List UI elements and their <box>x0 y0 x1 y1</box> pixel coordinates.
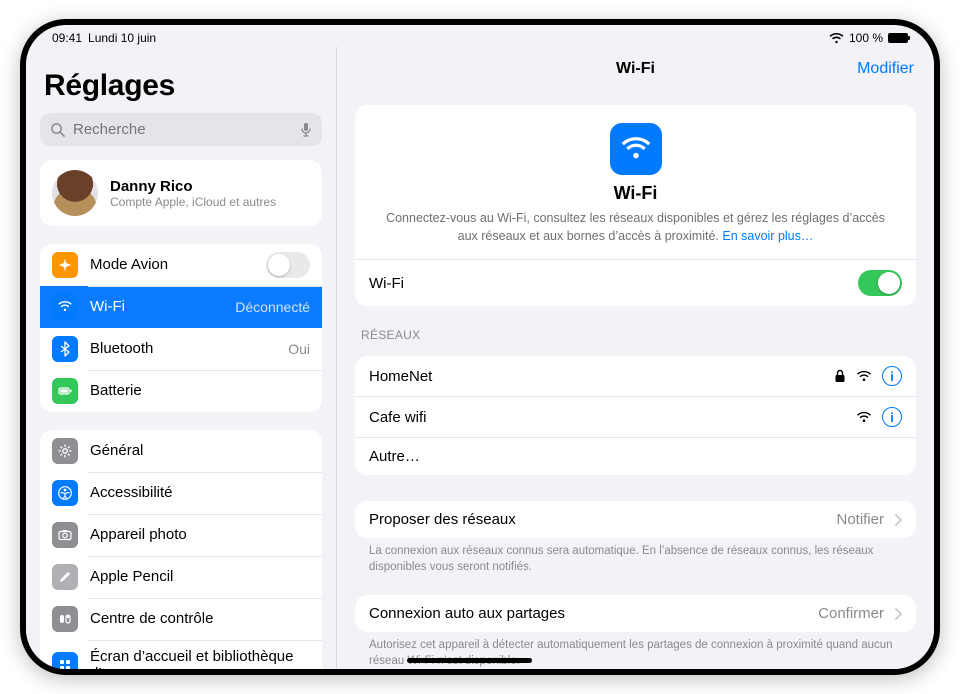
home-screen-icon <box>52 652 78 669</box>
ask-to-join-label: Proposer des réseaux <box>369 511 516 528</box>
wifi-toggle-label: Wi-Fi <box>369 275 404 292</box>
ask-to-join-footer: La connexion aux réseaux connus sera aut… <box>355 538 916 577</box>
ask-to-join-row[interactable]: Proposer des réseaux Notifier <box>355 501 916 538</box>
auto-hotspot-card: Connexion auto aux partages Confirmer <box>355 595 916 632</box>
camera-icon <box>52 522 78 548</box>
other-network-row[interactable]: Autre… <box>355 437 916 475</box>
page-title: Réglages <box>44 69 318 103</box>
detail-title: Wi-Fi <box>337 60 934 78</box>
account-subtitle: Compte Apple, iCloud et autres <box>110 195 276 209</box>
apple-id-row[interactable]: Danny Rico Compte Apple, iCloud et autre… <box>40 160 322 226</box>
ask-to-join-value: Notifier <box>836 511 884 528</box>
status-date: Lundi 10 juin <box>88 31 156 45</box>
sidebar-item-label: Mode Avion <box>90 256 254 273</box>
battery-settings-icon <box>52 378 78 404</box>
wifi-hero-icon <box>610 123 662 175</box>
search-icon <box>50 122 65 137</box>
sidebar-item-battery[interactable]: Batterie <box>40 370 322 412</box>
hero-description: Connectez-vous au Wi-Fi, consultez les r… <box>379 210 892 245</box>
network-row[interactable]: HomeNet i <box>355 356 916 396</box>
networks-header: RÉSEAUX <box>361 328 910 342</box>
battery-icon <box>888 33 908 43</box>
sidebar-item-label: Apple Pencil <box>90 568 310 585</box>
accessibility-icon <box>52 480 78 506</box>
wifi-hero-card: Wi-Fi Connectez-vous au Wi-Fi, consultez… <box>355 105 916 306</box>
chevron-right-icon <box>894 608 902 620</box>
ipad-frame: 09:41 Lundi 10 juin 100 % Réglages <box>20 19 940 675</box>
search-field[interactable] <box>40 113 322 146</box>
sidebar-item-label: Batterie <box>90 382 310 399</box>
status-time: 09:41 <box>52 31 82 45</box>
detail-nav-bar: Wi-Fi Modifier <box>337 47 934 91</box>
auto-hotspot-value: Confirmer <box>818 605 884 622</box>
sidebar-item-label: Bluetooth <box>90 340 276 357</box>
sidebar-item-label: Accessibilité <box>90 484 310 501</box>
sidebar-item-label: Centre de contrôle <box>90 610 310 627</box>
home-indicator[interactable] <box>407 658 532 663</box>
status-bar: 09:41 Lundi 10 juin 100 % <box>26 25 934 47</box>
signal-icon <box>856 370 872 382</box>
pencil-icon <box>52 564 78 590</box>
sidebar-item-value: Déconnecté <box>235 299 310 315</box>
sidebar-item-wifi[interactable]: Wi-Fi Déconnecté <box>40 286 322 328</box>
sidebar-item-airplane[interactable]: Mode Avion <box>40 244 322 286</box>
signal-icon <box>856 411 872 423</box>
search-input[interactable] <box>71 120 294 139</box>
info-icon[interactable]: i <box>882 407 902 427</box>
sidebar-item-accessibility[interactable]: Accessibilité <box>40 472 322 514</box>
wifi-detail-pane: Wi-Fi Modifier Wi-Fi Connectez-vous au W… <box>336 47 934 669</box>
sidebar-item-label: Général <box>90 442 310 459</box>
avatar <box>52 170 98 216</box>
auto-hotspot-footer: Autorisez cet appareil à détecter automa… <box>355 632 916 669</box>
sidebar-item-pencil[interactable]: Apple Pencil <box>40 556 322 598</box>
wifi-icon <box>52 294 78 320</box>
wifi-switch[interactable] <box>858 270 902 296</box>
bluetooth-icon <box>52 336 78 362</box>
chevron-right-icon <box>894 514 902 526</box>
auto-hotspot-row[interactable]: Connexion auto aux partages Confirmer <box>355 595 916 632</box>
sidebar-item-general[interactable]: Général <box>40 430 322 472</box>
gear-icon <box>52 438 78 464</box>
sidebar-item-label: Appareil photo <box>90 526 310 543</box>
other-network-label: Autre… <box>369 448 420 465</box>
wifi-toggle-row: Wi-Fi <box>355 259 916 306</box>
learn-more-link[interactable]: En savoir plus… <box>722 229 813 243</box>
account-name: Danny Rico <box>110 178 276 195</box>
lock-icon <box>834 369 846 383</box>
settings-group-connectivity: Mode Avion Wi-Fi Déconnecté <box>40 244 322 412</box>
network-name: Cafe wifi <box>369 409 427 426</box>
battery-pct: 100 % <box>849 31 883 45</box>
sidebar-item-control-center[interactable]: Centre de contrôle <box>40 598 322 640</box>
airplane-icon <box>52 252 78 278</box>
hero-title: Wi-Fi <box>379 183 892 204</box>
airplane-switch[interactable] <box>266 252 310 278</box>
edit-button[interactable]: Modifier <box>857 60 914 78</box>
settings-group-general: Général Accessibilité Appareil photo <box>40 430 322 669</box>
control-center-icon <box>52 606 78 632</box>
sidebar-item-value: Oui <box>288 341 310 357</box>
ask-to-join-card: Proposer des réseaux Notifier <box>355 501 916 538</box>
settings-sidebar: Réglages Danny Rico Compte Apple, iCloud… <box>26 47 336 669</box>
networks-list: HomeNet i <box>355 356 916 475</box>
sidebar-item-home-screen[interactable]: Écran d’accueil et bibliothèque d’apps <box>40 640 322 669</box>
network-name: HomeNet <box>369 368 432 385</box>
wifi-status-icon <box>829 33 844 44</box>
sidebar-item-bluetooth[interactable]: Bluetooth Oui <box>40 328 322 370</box>
sidebar-item-camera[interactable]: Appareil photo <box>40 514 322 556</box>
sidebar-item-label: Wi-Fi <box>90 298 223 315</box>
sidebar-item-label: Écran d’accueil et bibliothèque d’apps <box>90 648 310 669</box>
dictate-icon[interactable] <box>300 122 312 138</box>
network-row[interactable]: Cafe wifi i <box>355 396 916 437</box>
info-icon[interactable]: i <box>882 366 902 386</box>
auto-hotspot-label: Connexion auto aux partages <box>369 605 565 622</box>
